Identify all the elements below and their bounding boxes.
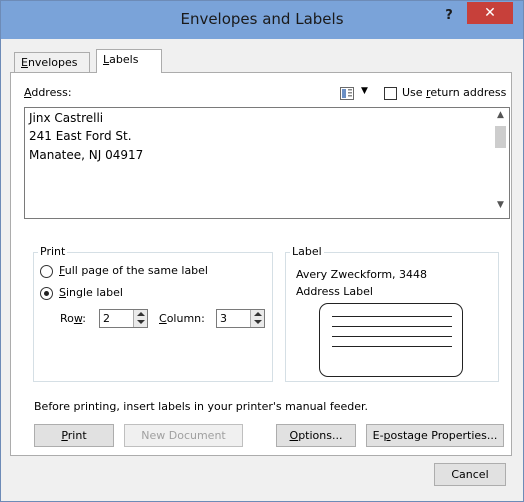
address-textarea[interactable]: Jinx Castrelli 241 East Ford St. Manatee…	[24, 107, 510, 219]
use-return-address-label[interactable]: Use return address	[402, 86, 506, 99]
column-value: 3	[220, 312, 227, 325]
label-preview[interactable]	[319, 303, 463, 377]
help-button[interactable]: ?	[436, 5, 462, 27]
address-label: Address:	[24, 86, 72, 99]
address-book-icon[interactable]	[340, 87, 354, 100]
printer-feeder-notice: Before printing, insert labels in your p…	[34, 400, 369, 413]
address-book-dropdown-icon[interactable]: ▼	[361, 86, 368, 96]
full-page-radio[interactable]	[40, 265, 53, 278]
row-spin-icon[interactable]	[133, 310, 147, 327]
label-preview-line	[332, 336, 452, 337]
close-button[interactable]: ✕	[467, 2, 513, 24]
label-vendor[interactable]: Avery Zweckform, 3448	[296, 268, 427, 281]
single-label-radio[interactable]	[40, 287, 53, 300]
label-preview-line	[332, 346, 452, 347]
row-label: Row:	[60, 312, 87, 325]
label-group-title: Label	[290, 245, 324, 258]
epostage-properties-button[interactable]: E-postage Properties...	[366, 424, 504, 447]
label-preview-line	[332, 326, 452, 327]
address-line: Jinx Castrelli	[29, 111, 104, 125]
use-return-address-checkbox[interactable]	[384, 87, 397, 100]
tab-envelopes-accel: E	[21, 56, 28, 69]
scroll-down-icon[interactable]: ▼	[492, 200, 509, 216]
title-bar[interactable]: Envelopes and Labels ? ✕	[1, 1, 523, 39]
row-stepper[interactable]: 2	[99, 309, 148, 328]
single-label-label[interactable]: Single label	[59, 286, 123, 299]
tab-envelopes[interactable]: Envelopes	[14, 52, 90, 73]
label-preview-line	[332, 316, 452, 317]
tab-labels[interactable]: Labels	[96, 49, 162, 73]
full-page-label[interactable]: Full page of the same label	[59, 264, 208, 277]
options-button[interactable]: Options...	[276, 424, 356, 447]
tab-labels-label: abels	[109, 53, 139, 66]
print-group-title: Print	[38, 245, 68, 258]
row-value: 2	[103, 312, 110, 325]
print-button[interactable]: Print	[34, 424, 114, 447]
column-stepper[interactable]: 3	[216, 309, 265, 328]
column-spin-icon[interactable]	[250, 310, 264, 327]
scroll-thumb[interactable]	[495, 126, 506, 148]
cancel-button[interactable]: Cancel	[434, 463, 506, 486]
column-label: Column:	[159, 312, 205, 325]
address-line: Manatee, NJ 04917	[29, 148, 144, 162]
label-product[interactable]: Address Label	[296, 285, 373, 298]
address-scrollbar[interactable]: ▲ ▼	[492, 108, 509, 218]
address-line: 241 East Ford St.	[29, 129, 132, 143]
tab-envelopes-label: nvelopes	[27, 56, 78, 69]
new-document-button[interactable]: New Document	[124, 424, 243, 447]
scroll-up-icon[interactable]: ▲	[492, 110, 509, 126]
